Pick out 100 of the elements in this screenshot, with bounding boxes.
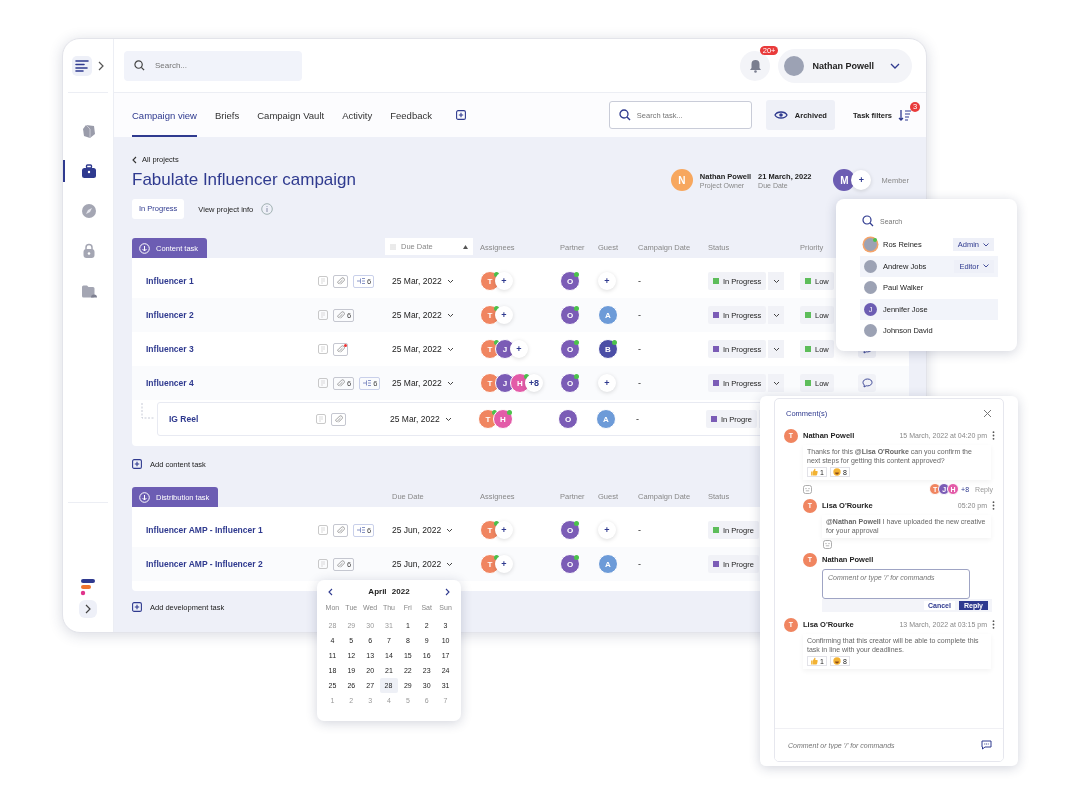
partner-avatar[interactable]: O bbox=[560, 339, 580, 359]
document-icon[interactable] bbox=[318, 378, 328, 388]
chevron-down-icon bbox=[446, 278, 454, 284]
partner-avatar[interactable]: O bbox=[560, 373, 580, 393]
task-name-link[interactable]: Influencer 4 bbox=[146, 378, 194, 388]
document-icon[interactable] bbox=[318, 559, 328, 569]
task-name-link[interactable]: IG Reel bbox=[169, 414, 199, 424]
tab[interactable]: Campaign Vault bbox=[257, 93, 325, 137]
add-assignee-button[interactable]: + bbox=[495, 521, 513, 539]
chevron-left-icon bbox=[132, 155, 137, 164]
add-assignee-button[interactable]: + bbox=[495, 555, 513, 573]
smiley-icon[interactable] bbox=[823, 540, 832, 549]
attachment-chip[interactable] bbox=[331, 412, 346, 426]
sort-icon[interactable] bbox=[898, 109, 912, 121]
expand-button[interactable] bbox=[79, 600, 97, 618]
chevron-down-icon bbox=[446, 312, 454, 318]
task-name-link[interactable]: Influencer AMP - Influencer 1 bbox=[146, 525, 263, 535]
subtask-icon bbox=[362, 379, 372, 387]
more-icon[interactable] bbox=[992, 501, 995, 510]
close-icon[interactable] bbox=[983, 409, 992, 418]
campaign-date: - bbox=[638, 344, 642, 354]
due-date-dropdown[interactable]: 25 Jun, 2022 bbox=[392, 525, 454, 535]
document-icon[interactable] bbox=[318, 276, 328, 286]
chat-icon bbox=[861, 378, 873, 388]
chevron-down-icon bbox=[446, 346, 454, 352]
due-date-dropdown[interactable]: 25 Mar, 2022 bbox=[392, 310, 454, 320]
chevron-right-icon[interactable] bbox=[445, 587, 450, 596]
comment-button[interactable] bbox=[858, 374, 876, 392]
add-guest-button[interactable]: + bbox=[598, 272, 616, 290]
document-icon[interactable] bbox=[318, 525, 328, 535]
partner-avatar[interactable]: O bbox=[560, 520, 580, 540]
document-icon[interactable] bbox=[318, 344, 328, 354]
partner-avatar[interactable]: O bbox=[558, 409, 578, 429]
user-menu-button[interactable]: Nathan Powell bbox=[778, 48, 912, 83]
briefcase-icon bbox=[81, 163, 97, 179]
due-date-dropdown[interactable]: 25 Mar, 2022 bbox=[392, 378, 454, 388]
add-assignee-button[interactable]: + bbox=[510, 340, 528, 358]
tab[interactable]: Briefs bbox=[214, 93, 240, 137]
attachment-chip[interactable] bbox=[333, 342, 348, 356]
chevron-down-icon bbox=[983, 242, 989, 247]
more-icon[interactable] bbox=[992, 431, 995, 440]
tab[interactable]: Activity bbox=[342, 93, 373, 137]
search-icon bbox=[618, 109, 631, 121]
add-assignee-button[interactable]: + bbox=[495, 272, 513, 290]
chevron-down-icon bbox=[444, 416, 452, 422]
thumbs-up-icon bbox=[810, 468, 818, 476]
thumbs-up-icon bbox=[810, 657, 818, 665]
folder-icon bbox=[80, 283, 98, 299]
smiley-icon[interactable] bbox=[803, 484, 812, 494]
add-assignee-button[interactable]: +8 bbox=[525, 374, 543, 392]
subtask-icon bbox=[356, 526, 365, 534]
search-field[interactable]: Search... bbox=[124, 50, 302, 81]
chevron-down-icon bbox=[446, 527, 454, 533]
guest-avatar[interactable]: B bbox=[598, 339, 618, 359]
info-icon[interactable] bbox=[261, 203, 274, 215]
campaign-date: - bbox=[638, 559, 642, 569]
add-member-button[interactable]: + bbox=[851, 170, 872, 190]
task-name-link[interactable]: Influencer 2 bbox=[146, 310, 194, 320]
compass-icon bbox=[81, 203, 97, 219]
document-icon[interactable] bbox=[316, 414, 326, 424]
partner-avatar[interactable]: O bbox=[560, 305, 580, 325]
menu-button[interactable] bbox=[72, 55, 92, 76]
document-icon[interactable] bbox=[318, 310, 328, 320]
add-tab-icon[interactable] bbox=[455, 110, 466, 120]
chevron-right-icon[interactable] bbox=[98, 60, 104, 71]
plus-square-icon bbox=[132, 459, 142, 469]
download-icon bbox=[139, 242, 150, 254]
due-date-dropdown[interactable]: 25 Mar, 2022 bbox=[392, 344, 454, 354]
search-icon bbox=[134, 59, 145, 71]
due-date-dropdown[interactable]: 25 Mar, 2022 bbox=[390, 414, 452, 424]
more-icon[interactable] bbox=[992, 620, 995, 629]
partner-avatar[interactable]: O bbox=[560, 554, 580, 574]
chevron-down-icon bbox=[446, 561, 454, 567]
campaign-date: - bbox=[636, 414, 640, 424]
attachment-chip[interactable] bbox=[333, 274, 348, 288]
due-date-dropdown[interactable]: 25 Mar, 2022 bbox=[392, 276, 454, 286]
add-guest-button[interactable]: + bbox=[598, 521, 616, 539]
paperclip-icon bbox=[334, 414, 343, 424]
task-name-link[interactable]: Influencer AMP - Influencer 2 bbox=[146, 559, 263, 569]
plus-square-icon bbox=[132, 602, 142, 612]
add-guest-button[interactable]: + bbox=[598, 374, 616, 392]
add-assignee-button[interactable]: + bbox=[495, 306, 513, 324]
download-icon bbox=[139, 491, 150, 503]
owner-avatar: N bbox=[670, 169, 693, 191]
due-date-dropdown[interactable]: 25 Jun, 2022 bbox=[392, 559, 454, 569]
paperclip-icon bbox=[336, 525, 345, 535]
task-name-link[interactable]: Influencer 1 bbox=[146, 276, 194, 286]
chevron-left-icon[interactable] bbox=[328, 587, 333, 596]
search-icon bbox=[862, 215, 874, 227]
chat-icon[interactable] bbox=[981, 740, 992, 750]
subtask-icon bbox=[356, 277, 365, 285]
paperclip-icon bbox=[336, 310, 345, 320]
lock-icon bbox=[82, 243, 96, 259]
campaign-date: - bbox=[638, 378, 642, 388]
task-name-link[interactable]: Influencer 3 bbox=[146, 344, 194, 354]
project-title: Fabulate Influencer campaign bbox=[132, 170, 356, 190]
attachment-chip[interactable] bbox=[333, 523, 348, 537]
laughing-face-icon bbox=[832, 468, 841, 476]
partner-avatar[interactable]: O bbox=[560, 271, 580, 291]
tab[interactable]: Feedback bbox=[390, 93, 432, 137]
